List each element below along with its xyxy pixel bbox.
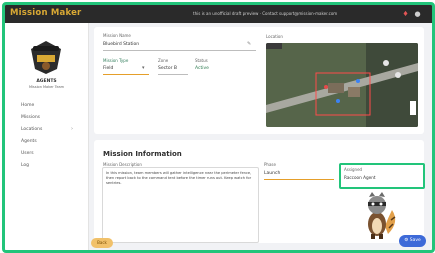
status-label: Status [195,58,208,63]
section-title: Mission Information [103,150,182,158]
assigned-field-box[interactable]: Assigned Raccoon Agent [339,163,425,189]
app-frame: Mission Maker this is an unofficial draf… [2,2,435,253]
phase-field[interactable]: Launch [264,171,280,176]
assigned-label: Assigned [344,167,363,172]
top-bar: Mission Maker this is an unofficial draf… [5,5,432,23]
org-subtitle: Mission Maker Team [28,85,65,89]
status-field[interactable]: Active [195,66,209,71]
sidebar-item-locations[interactable]: Locations [21,127,42,132]
sidebar-item-users[interactable]: Users [21,151,34,156]
assigned-field[interactable]: Raccoon Agent [344,175,376,180]
sidebar-item-missions[interactable]: Missions [21,115,40,120]
edit-icon[interactable]: ✎ [247,41,251,47]
top-notice: this is an unofficial draft preview · Co… [193,11,338,16]
flame-icon[interactable]: ♦ [401,10,410,19]
map-imagery [266,43,418,127]
save-button-label: Save [409,238,421,243]
mission-info-card: Mission Information Mission Description … [94,140,425,243]
raccoon-mascot-icon [368,192,396,239]
mission-details-card: Mission Name Bluebird Station ✎ Mission … [94,27,424,134]
org-name: AGENTS [36,79,57,84]
zone-label: Zone [158,58,169,63]
chevron-right-icon[interactable]: › [71,126,73,132]
sidebar-item-log[interactable]: Log [21,163,29,168]
map-label: Location [266,34,283,39]
sidebar: AGENTS Mission Maker Team Home Missions … [5,23,89,250]
back-button[interactable]: Back [91,238,113,248]
save-button[interactable]: ⚙ Save [399,235,426,247]
sidebar-item-agents[interactable]: Agents [21,139,37,144]
mission-name-label: Mission Name [103,33,131,38]
agents-logo-icon [31,41,61,74]
sidebar-item-home[interactable]: Home [21,103,34,108]
satellite-map[interactable] [266,43,418,127]
phase-label: Phase [264,162,276,167]
zone-field[interactable]: Sector B [158,66,177,71]
description-textarea[interactable]: In this mission, team members will gathe… [102,167,259,243]
mission-name-field[interactable]: Bluebird Station [103,42,139,47]
user-icon[interactable]: ● [413,10,422,19]
mission-type-label: Mission Type [103,58,129,63]
chevron-down-icon[interactable]: ▾ [142,65,145,71]
app-title[interactable]: Mission Maker [10,8,81,18]
description-text: In this mission, team members will gathe… [106,171,252,185]
save-icon: ⚙ [404,238,409,243]
mission-type-select[interactable]: Field [103,66,113,71]
